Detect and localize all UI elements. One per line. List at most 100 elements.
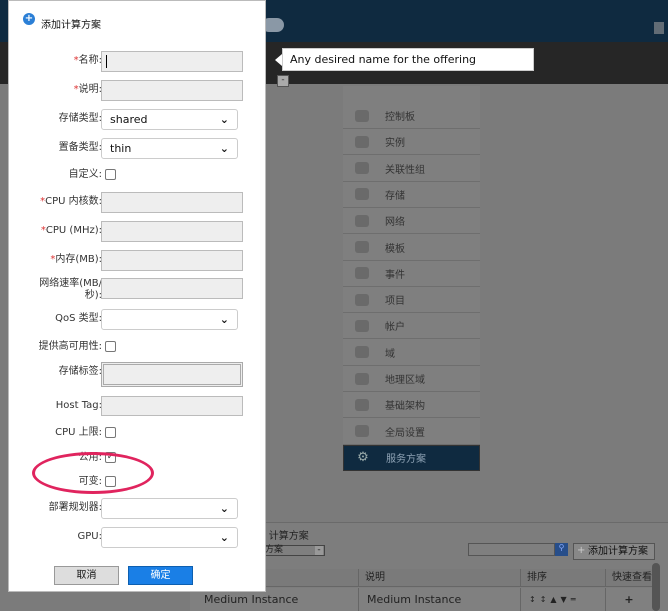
search-icon[interactable]: ⚲ bbox=[555, 543, 568, 556]
order-arrows-icon[interactable]: ↕↕▲▼═ bbox=[520, 588, 605, 611]
provisioning-type-select[interactable]: thin ⌄ bbox=[101, 138, 238, 159]
sidebar-item[interactable]: 基础架构 bbox=[343, 392, 480, 419]
breadcrumb[interactable]: - 计算方案 bbox=[262, 527, 309, 542]
storage-type-select[interactable]: shared ⌄ bbox=[101, 109, 238, 130]
network-rate-input[interactable] bbox=[101, 278, 243, 299]
sidebar-item-label: 基础架构 bbox=[385, 401, 425, 413]
globe-icon bbox=[355, 372, 369, 385]
storage-type-value: shared bbox=[110, 113, 148, 126]
search-input[interactable] bbox=[468, 543, 555, 556]
column-quickview[interactable]: 快速查看 bbox=[605, 569, 652, 587]
sidebar-item[interactable]: 关联性组 bbox=[343, 156, 480, 182]
sidebar-item-label: 网络 bbox=[385, 217, 405, 229]
collapse-button[interactable]: - bbox=[277, 75, 289, 87]
template-icon bbox=[355, 241, 369, 253]
sidebar-item-label: 域 bbox=[385, 348, 395, 360]
sidebar-item[interactable]: 模板 bbox=[343, 235, 480, 261]
storage-icon bbox=[355, 188, 369, 201]
sidebar-item-label: 项目 bbox=[385, 296, 405, 308]
chevron-down-icon: ⌄ bbox=[219, 113, 229, 126]
scrollbar[interactable] bbox=[652, 563, 660, 611]
add-compute-offering-dialog: + 添加计算方案 *名称: *说明: 存储类型: shared ⌄ 置备类型: t… bbox=[8, 0, 266, 592]
planner-select[interactable]: ⌄ bbox=[101, 498, 238, 519]
infrastructure-icon bbox=[355, 398, 369, 411]
column-description[interactable]: 说明 bbox=[358, 569, 520, 587]
chevron-down-icon: ⌄ bbox=[219, 313, 229, 326]
sidebar-item-label: 存储 bbox=[385, 190, 405, 202]
sidebar-item-label: 帐户 bbox=[385, 322, 405, 334]
sidebar-item-label: 事件 bbox=[385, 269, 405, 281]
highlight-ellipse bbox=[32, 452, 154, 494]
sidebar-item-label: 地理区域 bbox=[385, 375, 425, 386]
cloud-icon bbox=[355, 135, 369, 148]
sidebar-item-label: 关联性组 bbox=[385, 164, 425, 176]
dashboard-icon bbox=[355, 109, 369, 122]
host-tag-label: Host Tag: bbox=[55, 400, 102, 411]
quickview-plus-icon[interactable]: + bbox=[605, 588, 652, 611]
ha-checkbox[interactable] bbox=[105, 341, 116, 352]
gpu-label: GPU: bbox=[77, 531, 102, 542]
sidebar-item[interactable]: 网络 bbox=[343, 208, 480, 235]
chevron-down-icon: ⌄ bbox=[219, 142, 229, 155]
name-input[interactable] bbox=[101, 51, 243, 72]
cpu-cap-checkbox[interactable] bbox=[105, 427, 116, 438]
storage-tags-label: 存储标签: bbox=[58, 366, 102, 377]
gear-icon: ⚙ bbox=[357, 449, 369, 465]
sidebar-item[interactable]: 项目 bbox=[343, 287, 480, 314]
view-select[interactable]: 方案 bbox=[262, 545, 325, 556]
user-icon bbox=[355, 319, 369, 332]
cpu-cores-input[interactable] bbox=[101, 192, 243, 213]
memory-label: 内存(MB): bbox=[55, 254, 102, 265]
sidebar-item-label: 模板 bbox=[385, 243, 405, 255]
description-input[interactable] bbox=[101, 80, 243, 101]
sidebar-item[interactable]: 事件 bbox=[343, 261, 480, 287]
provisioning-type-value: thin bbox=[110, 142, 132, 155]
sidebar-item-label: 全局设置 bbox=[385, 427, 425, 439]
cancel-button[interactable]: 取消 bbox=[54, 566, 119, 585]
gpu-select[interactable]: ⌄ bbox=[101, 527, 238, 548]
settings-icon bbox=[355, 425, 369, 438]
cpu-cores-label: CPU 内核数: bbox=[45, 196, 102, 207]
description-label: 说明: bbox=[78, 84, 102, 95]
tooltip: Any desired name for the offering bbox=[275, 48, 534, 71]
user-menu-icon[interactable] bbox=[654, 22, 664, 34]
folder-icon bbox=[355, 293, 369, 306]
qos-type-label: QoS 类型: bbox=[55, 313, 102, 324]
sidebar-item[interactable]: 帐户 bbox=[343, 313, 480, 340]
sidebar-item[interactable]: 全局设置 bbox=[343, 419, 480, 445]
sidebar-item-label: 实例 bbox=[385, 138, 405, 150]
sidebar-item-label: 服务方案 bbox=[386, 454, 426, 466]
qos-type-select[interactable]: ⌄ bbox=[101, 309, 238, 330]
planner-label: 部署规划器: bbox=[48, 502, 102, 513]
sidebar-item[interactable]: 控制板 bbox=[343, 103, 480, 129]
sidebar-item-label: 控制板 bbox=[385, 112, 415, 123]
event-icon bbox=[355, 267, 369, 280]
domain-icon bbox=[355, 346, 369, 359]
custom-label: 自定义: bbox=[68, 169, 102, 180]
dialog-title: 添加计算方案 bbox=[41, 20, 101, 31]
cpu-mhz-label: CPU (MHz): bbox=[45, 225, 102, 236]
chevron-down-icon: ⌄ bbox=[219, 502, 229, 515]
sidebar-item[interactable]: 域 bbox=[343, 340, 480, 366]
host-tag-input[interactable] bbox=[101, 396, 243, 416]
memory-input[interactable] bbox=[101, 250, 243, 271]
ok-button[interactable]: 确定 bbox=[128, 566, 193, 585]
provisioning-type-label: 置备类型: bbox=[58, 142, 102, 153]
chevron-down-icon: ⌄ bbox=[219, 531, 229, 544]
network-rate-label: 网络速率(MB/秒): bbox=[39, 278, 102, 301]
cpu-mhz-input[interactable] bbox=[101, 221, 243, 242]
sidebar-item[interactable]: 地理区域 bbox=[343, 366, 480, 392]
sidebar-item[interactable]: ⚙ 服务方案 bbox=[343, 444, 480, 471]
cell-description: Medium Instance bbox=[358, 588, 520, 611]
network-icon bbox=[355, 214, 369, 227]
storage-tags-input[interactable] bbox=[101, 362, 243, 387]
name-label: 名称: bbox=[78, 55, 102, 66]
ha-label: 提供高可用性: bbox=[38, 341, 102, 352]
cpu-cap-label: CPU 上限: bbox=[55, 427, 102, 438]
sidebar-item[interactable]: 存储 bbox=[343, 182, 480, 208]
add-compute-offering-button[interactable]: 添加计算方案 bbox=[573, 543, 655, 560]
custom-checkbox[interactable] bbox=[105, 169, 116, 180]
column-order[interactable]: 排序 bbox=[520, 569, 605, 587]
storage-type-label: 存储类型: bbox=[58, 113, 102, 124]
sidebar-item[interactable]: 实例 bbox=[343, 129, 480, 156]
